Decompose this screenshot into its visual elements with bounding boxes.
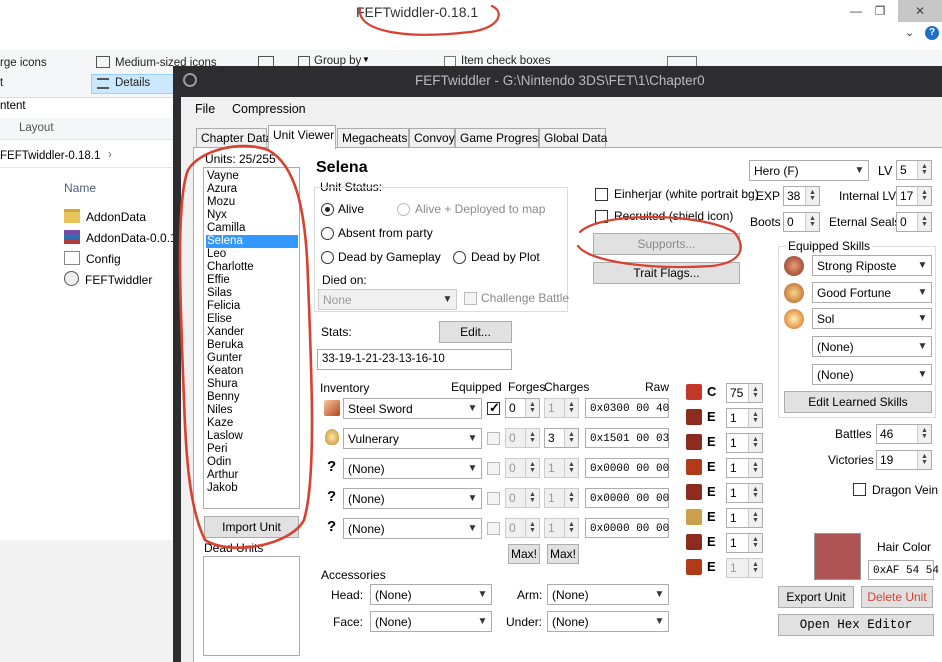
annotation-title-circle xyxy=(358,4,500,36)
tab-unit-viewer[interactable]: Unit Viewer xyxy=(268,125,336,149)
annotation-supports-circle xyxy=(576,215,742,269)
annotation-overlay xyxy=(178,4,742,549)
annotation-units-circle xyxy=(178,144,314,549)
